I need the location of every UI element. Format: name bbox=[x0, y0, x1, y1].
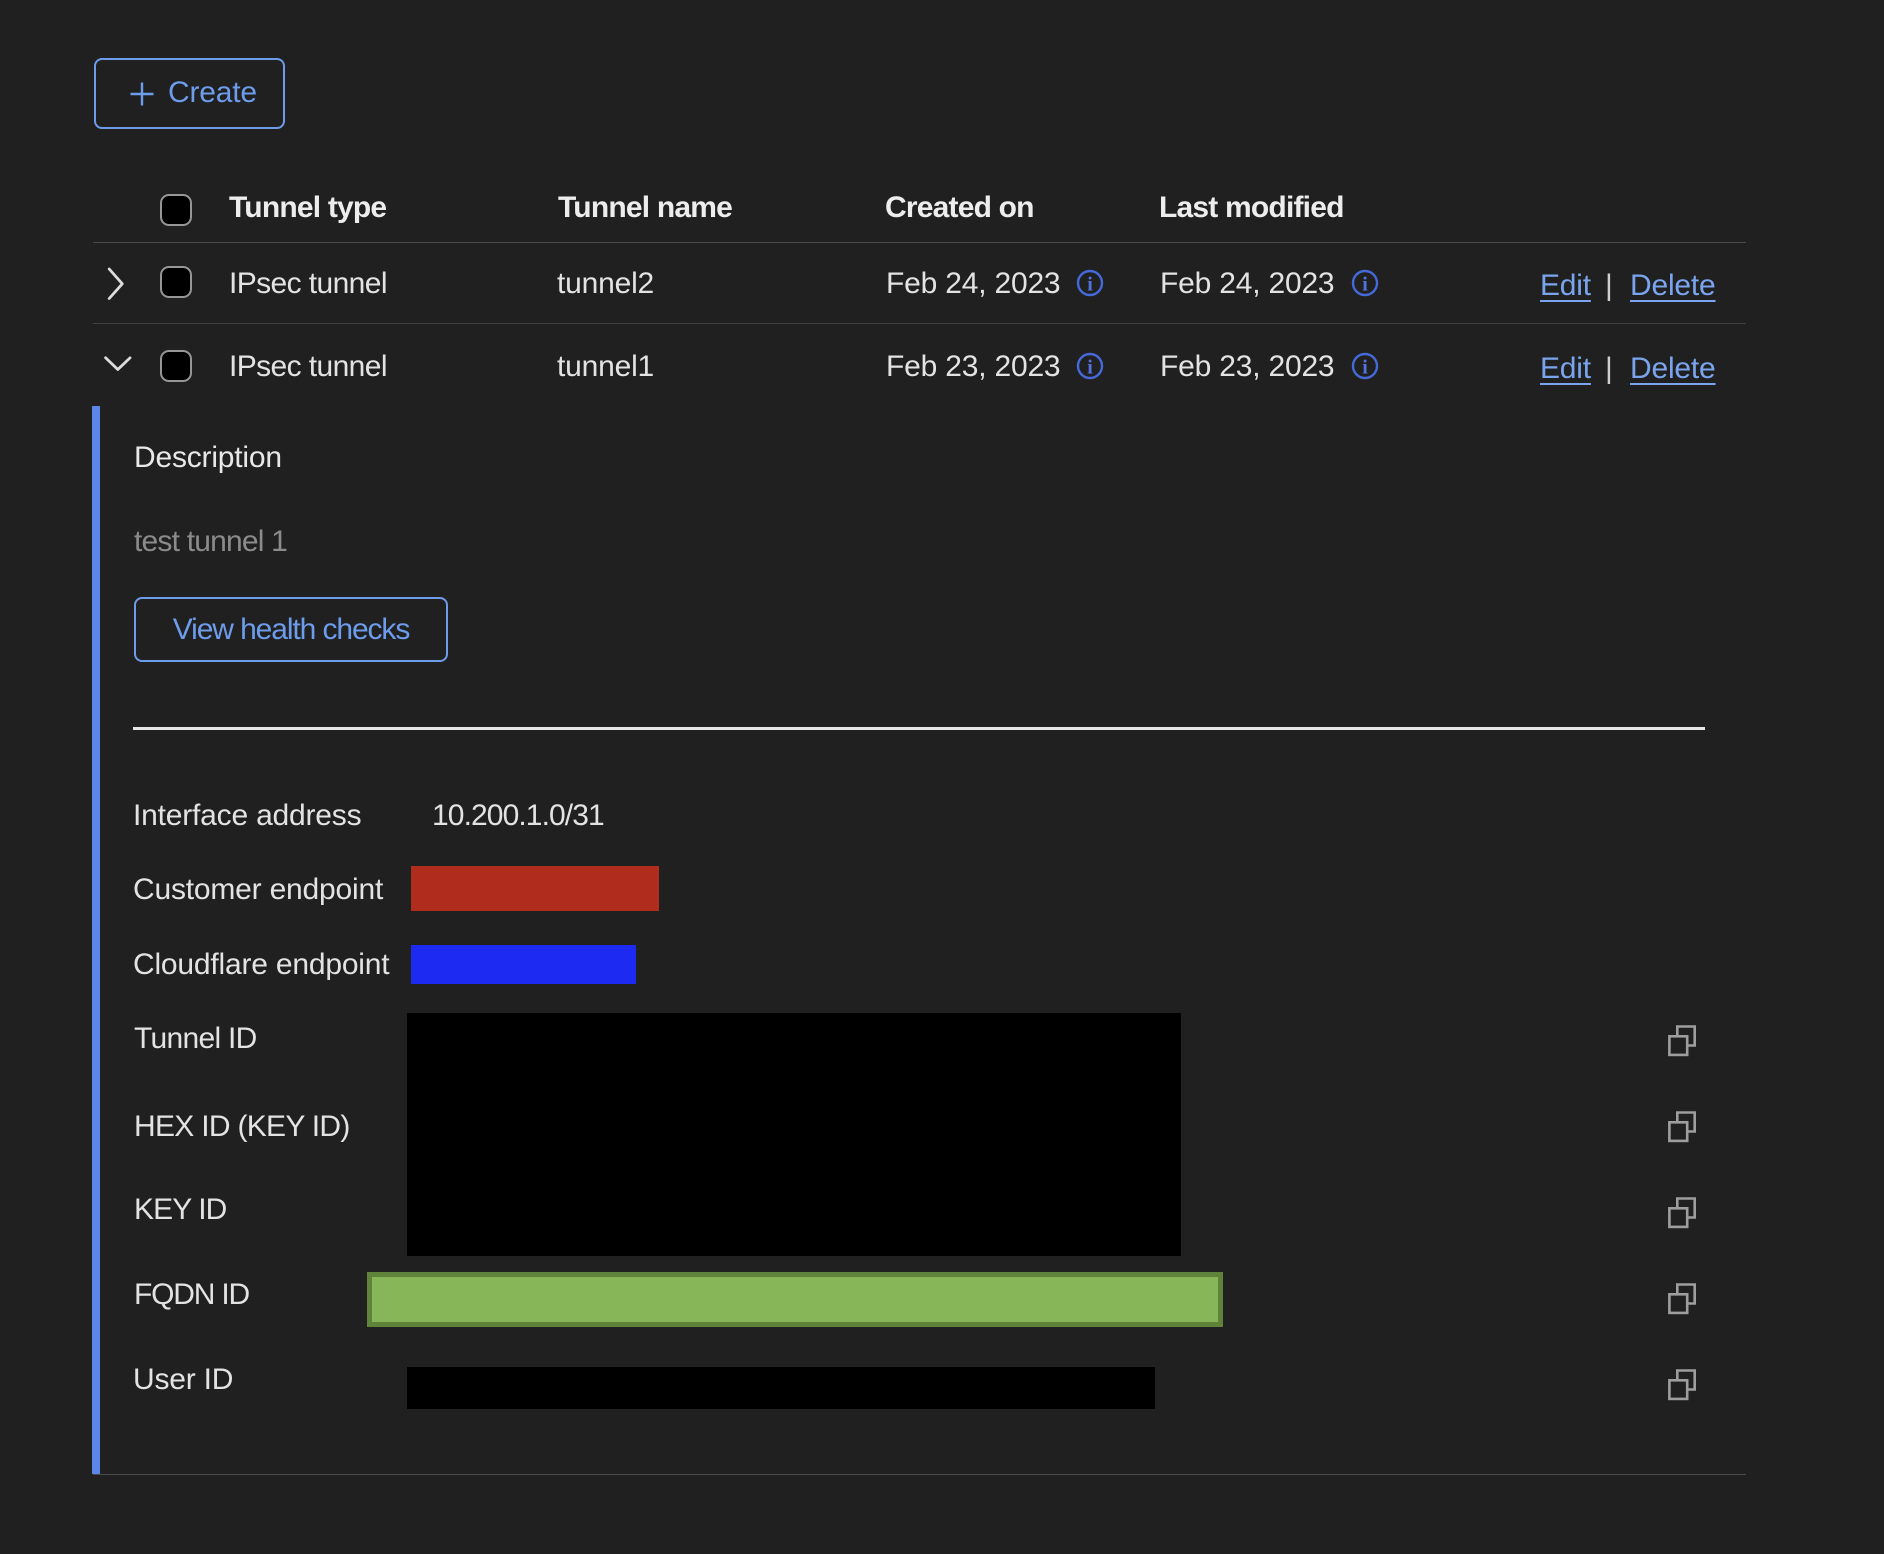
svg-text:i: i bbox=[1362, 274, 1368, 296]
svg-text:i: i bbox=[1362, 357, 1368, 379]
svg-text:i: i bbox=[1087, 274, 1093, 296]
svg-text:i: i bbox=[1087, 357, 1093, 379]
